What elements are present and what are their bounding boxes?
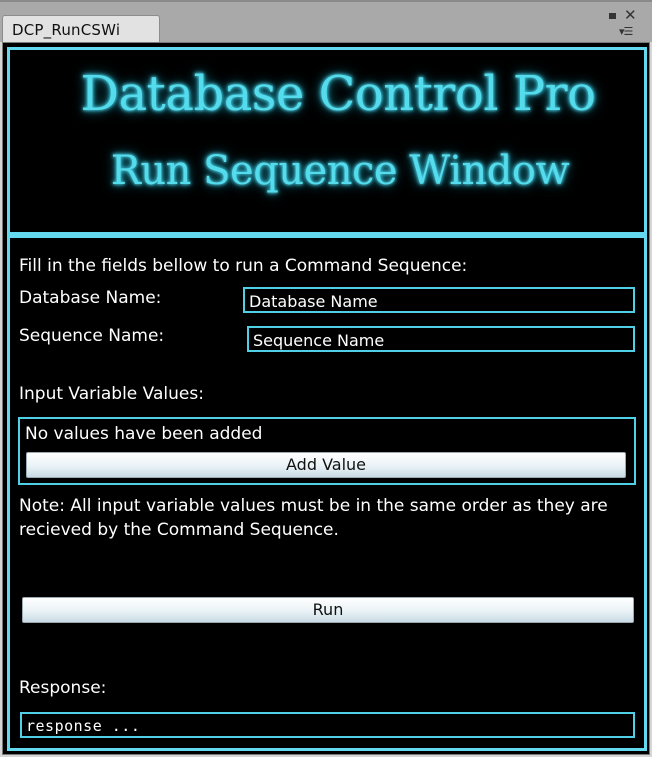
response-label: Response: bbox=[19, 678, 107, 698]
order-note: Note: All input variable values must be … bbox=[19, 496, 608, 540]
instruction-text: Fill in the fields bellow to run a Comma… bbox=[19, 256, 468, 276]
response-output[interactable]: response ... bbox=[20, 712, 635, 738]
no-values-text: No values have been added bbox=[25, 424, 263, 444]
database-name-input[interactable]: Database Name bbox=[243, 287, 635, 313]
run-sequence-panel: Fill in the fields bellow to run a Comma… bbox=[7, 235, 647, 751]
maximize-icon[interactable] bbox=[609, 13, 616, 19]
window-controls: ✕ ▾☰ bbox=[608, 8, 642, 40]
input-values-list: No values have been added Add Value bbox=[18, 417, 636, 485]
header-banner: Database Control Pro Run Sequence Window bbox=[7, 47, 647, 235]
window-content: Database Control Pro Run Sequence Window… bbox=[2, 42, 650, 755]
window-tab-title: DCP_RunCSWi bbox=[12, 21, 121, 39]
menu-icon[interactable]: ▾☰ bbox=[619, 26, 633, 37]
banner-subtitle: Run Sequence Window bbox=[110, 148, 570, 194]
database-name-label: Database Name: bbox=[19, 288, 162, 308]
input-values-label: Input Variable Values: bbox=[19, 384, 204, 404]
window-tab[interactable]: DCP_RunCSWi bbox=[2, 15, 160, 44]
window-tab-bar: DCP_RunCSWi ✕ ▾☰ bbox=[0, 0, 652, 44]
sequence-name-input[interactable]: Sequence Name bbox=[247, 326, 635, 352]
close-icon[interactable]: ✕ bbox=[624, 8, 637, 23]
banner-title: Database Control Pro bbox=[80, 66, 596, 122]
add-value-button[interactable]: Add Value bbox=[26, 452, 626, 478]
run-button[interactable]: Run bbox=[22, 597, 634, 623]
sequence-name-label: Sequence Name: bbox=[19, 326, 165, 346]
